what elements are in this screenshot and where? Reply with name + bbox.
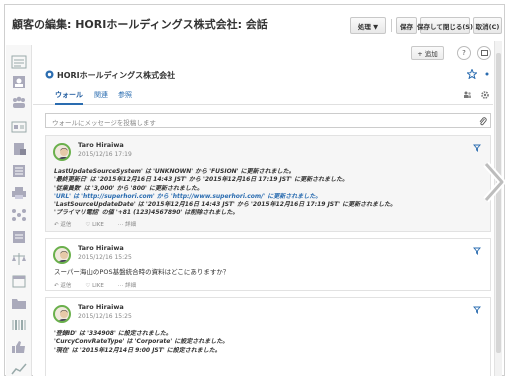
printer-icon[interactable]: [11, 186, 27, 200]
window-icon: [480, 50, 488, 56]
main-panel: + 追加 ? HORIホールディングス株式会社 ウォール 関連 参照 ウォールに…: [33, 41, 497, 376]
document-lock-icon[interactable]: [11, 142, 27, 156]
title-bar: 顧客の編集: HORIホールディングス株式会社: 会話 処理 ▼ 保存 保存して…: [5, 5, 504, 39]
post-line: 'プライマリ電話' の値 '+81 (123)4567890' は削除されました…: [54, 209, 239, 217]
feed-post: Taro Hiraiwa 2015/12/16 15:25 スーパー海山のPOS…: [45, 238, 491, 291]
barcode-icon[interactable]: [11, 318, 27, 332]
next-arrow-icon[interactable]: [481, 160, 507, 204]
feed-post: Taro Hiraiwa 2015/12/16 17:19 LastUpdate…: [45, 135, 491, 232]
conversation-feed: Taro Hiraiwa 2015/12/16 17:19 LastUpdate…: [45, 135, 491, 376]
contact-icon[interactable]: [11, 75, 27, 89]
company-header: HORIホールディングス株式会社: [45, 69, 493, 85]
post-line: '現在' は '2015年12月14日 9:00 JST' に設定されました。: [54, 346, 221, 354]
tab-reference[interactable]: 参照: [118, 90, 132, 100]
scale-icon[interactable]: [11, 252, 27, 266]
company-name: HORIホールディングス株式会社: [57, 71, 176, 80]
post-body: LastUpdateSourceSystem' は 'UNKNOWN' から '…: [54, 168, 396, 218]
post-body: '登録ID' は '334908' に設定されました。 'CurcyConvRa…: [54, 330, 228, 355]
page-title: 顧客の編集: HORIホールディングス株式会社: 会話: [12, 18, 268, 31]
post-actions: ↶ 返信 ♡ LIKE ⋯ 詳細: [54, 220, 150, 228]
author-avatar[interactable]: [53, 305, 71, 323]
cancel-button[interactable]: 取消(C): [473, 17, 502, 34]
save-button[interactable]: 保存: [396, 17, 417, 34]
chart-icon[interactable]: [11, 362, 27, 376]
company-logo-icon: [45, 70, 54, 79]
post-line: '従業員数' は '3,000' から '800' に更新されました。: [54, 184, 203, 192]
post-date: 2015/12/16 15:25: [78, 254, 132, 261]
post-line: LastUpdateSourceSystem' は 'UNKNOWN' から '…: [54, 168, 295, 175]
post-menu-icon[interactable]: [473, 247, 481, 255]
post-date: 2015/12/16 17:19: [78, 151, 132, 158]
list-icon[interactable]: [11, 164, 27, 178]
post-author[interactable]: Taro Hiraiwa: [78, 141, 124, 149]
post-line: '最終更新日' は '2015年12月16日 14:43 JST' から '20…: [54, 176, 349, 184]
notes-icon[interactable]: [11, 230, 27, 244]
folder-icon[interactable]: [11, 296, 27, 310]
wall-post-input[interactable]: ウォールにメッセージを投稿します: [45, 113, 491, 128]
toolbar-divider: [391, 19, 392, 32]
reply-link[interactable]: ↶ 返信: [54, 222, 78, 228]
help-button[interactable]: ?: [457, 46, 471, 60]
settings-gear-icon[interactable]: [480, 90, 490, 100]
post-line: 'URL' は 'http://superhori.com' から 'http:…: [54, 192, 322, 200]
vertical-scrollbar[interactable]: [494, 41, 502, 376]
calendar-icon[interactable]: [11, 274, 27, 288]
post-actions: ↶ 返信 ♡ LIKE ⋯ 詳細: [54, 281, 150, 289]
post-line: 'LastSourceUpdateDate' は '2015年12月16日 14…: [54, 201, 397, 209]
team-icon[interactable]: [11, 95, 27, 109]
save-and-close-button[interactable]: 保存して閉じる(S): [417, 17, 473, 34]
post-menu-icon[interactable]: [473, 144, 481, 152]
people-icon[interactable]: [463, 91, 472, 99]
reply-link[interactable]: ↶ 返信: [54, 283, 78, 289]
more-link[interactable]: ⋯ 詳細: [118, 222, 143, 228]
like-link[interactable]: ♡ LIKE: [85, 222, 110, 228]
author-avatar[interactable]: [53, 246, 71, 264]
attach-paperclip-icon[interactable]: [479, 117, 487, 126]
post-body: スーパー海山のPOS基盤統合時の資料はどこにありますか？: [54, 268, 230, 276]
tab-wall[interactable]: ウォール: [55, 90, 83, 105]
more-link[interactable]: ⋯ 詳細: [118, 283, 143, 289]
post-author[interactable]: Taro Hiraiwa: [78, 303, 124, 311]
left-icon-rail: [6, 45, 32, 376]
add-button[interactable]: + 追加: [411, 46, 444, 60]
options-dot-icon[interactable]: [485, 72, 489, 76]
tab-bar: ウォール 関連 参照: [33, 87, 493, 105]
overview-icon[interactable]: [11, 55, 27, 69]
favorite-star-icon[interactable]: [467, 69, 477, 79]
post-line: 'CurcyConvRateType' は 'Corporate' に設定されま…: [54, 338, 229, 346]
author-avatar[interactable]: [53, 143, 71, 161]
expand-button[interactable]: [477, 46, 491, 60]
network-icon[interactable]: [11, 208, 27, 222]
thumbs-up-icon[interactable]: [11, 340, 27, 354]
like-link[interactable]: ♡ LIKE: [85, 283, 110, 289]
actions-menu-button[interactable]: 処理 ▼: [350, 17, 386, 34]
tab-related[interactable]: 関連: [94, 90, 108, 100]
post-line: '登録ID' は '334908' に設定されました。: [54, 330, 172, 337]
card-icon[interactable]: [11, 120, 27, 134]
post-author[interactable]: Taro Hiraiwa: [78, 244, 124, 252]
feed-post: Taro Hiraiwa 2015/12/16 15:25 '登録ID' は '…: [45, 297, 491, 376]
post-menu-icon[interactable]: [473, 306, 481, 314]
post-date: 2015/12/16 15:25: [78, 313, 132, 320]
dialog-window: 顧客の編集: HORIホールディングス株式会社: 会話 処理 ▼ 保存 保存して…: [4, 4, 505, 376]
